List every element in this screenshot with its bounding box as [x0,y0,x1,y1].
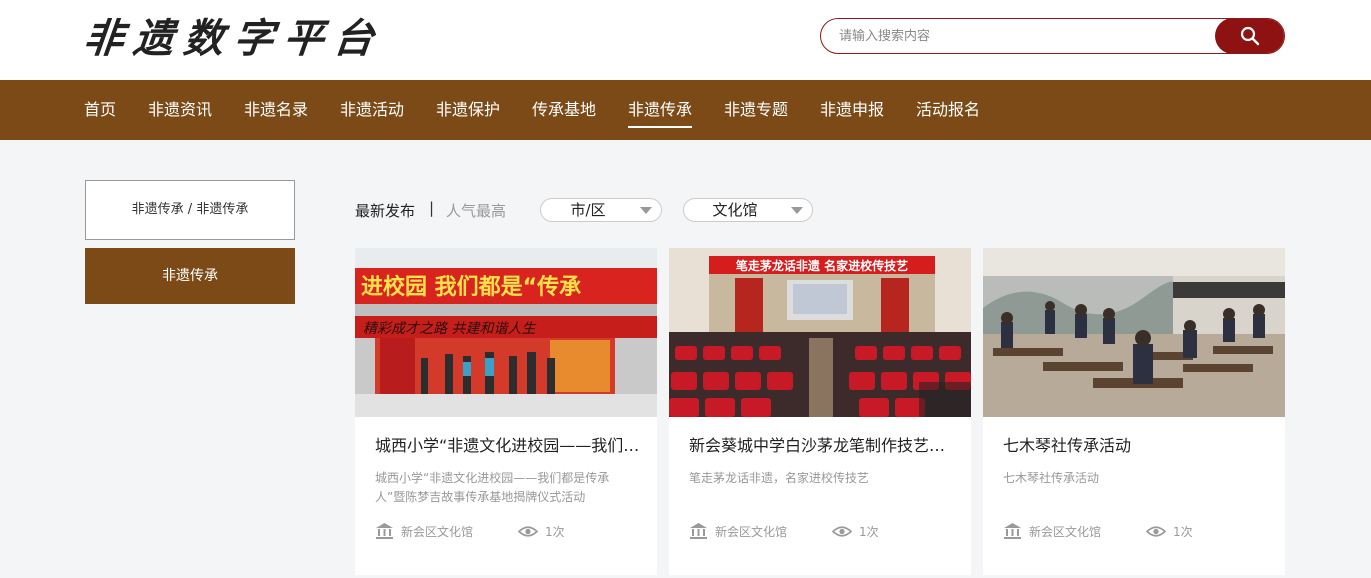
card-thumbnail[interactable]: 笔走茅龙话非遗 名家进校传技艺 [669,248,971,417]
search-button[interactable] [1215,19,1284,53]
card-views: 1次 [545,525,565,539]
card-title[interactable]: 七木琴社传承活动 [1003,432,1273,456]
banner-text: 进校园 我们都是“传承 [361,274,581,300]
search-box [820,18,1285,54]
eye-icon [1146,526,1166,537]
venue-dropdown-label: 文化馆 [712,201,758,219]
banner-text-secondary: 精彩成才之路 共建和谐人生 [363,321,536,337]
site-logo[interactable]: 非遗数字平台 [81,6,387,64]
nav-item-topics[interactable]: 非遗专题 [724,80,788,140]
card-thumbnail[interactable] [983,248,1285,417]
banner-text: 笔走茅龙话非遗 名家进校传技艺 [736,258,908,273]
chevron-down-icon [791,207,803,214]
search-icon [1240,26,1260,46]
chevron-down-icon [640,207,652,214]
article-card[interactable]: 进校园 我们都是“传承 精彩成才之路 共建和谐人生 城西小学“非遗文化进校园——… [355,248,657,575]
sidebar-item-inheritance[interactable]: 非遗传承 [85,248,295,304]
card-org: 新会区文化馆 [715,525,788,539]
nav-item-directory[interactable]: 非遗名录 [244,80,308,140]
museum-icon [1004,523,1021,539]
breadcrumb: 非遗传承 / 非遗传承 [85,180,295,240]
nav-item-protection[interactable]: 非遗保护 [436,80,500,140]
venue-dropdown[interactable]: 文化馆 [683,198,813,222]
main-nav: 首页 非遗资讯 非遗名录 非遗活动 非遗保护 传承基地 非遗传承 非遗专题 非遗… [0,80,1371,140]
site-header: 非遗数字平台 [0,0,1371,80]
nav-item-home[interactable]: 首页 [84,80,116,140]
nav-item-inheritance[interactable]: 非遗传承 [628,80,693,140]
sort-popular-tab[interactable]: 人气最高 [446,200,506,221]
museum-icon [690,523,707,539]
card-description: 七木琴社传承活动 [1003,471,1100,485]
nav-item-news[interactable]: 非遗资讯 [148,80,212,140]
district-dropdown-label: 市/区 [570,201,606,219]
sort-newest-tab[interactable]: 最新发布 [355,200,415,221]
card-title[interactable]: 新会葵城中学白沙茅龙笔制作技艺进校园 [689,432,959,456]
nav-item-activities[interactable]: 非遗活动 [340,80,404,140]
card-thumbnail[interactable]: 进校园 我们都是“传承 精彩成才之路 共建和谐人生 [355,248,657,417]
nav-item-signup[interactable]: 活动报名 [916,80,980,140]
article-card[interactable]: 七木琴社传承活动 七木琴社传承活动 新会区文化馆 1次 [983,248,1285,575]
card-description: 笔走茅龙话非遗，名家进校传技艺 [689,471,870,485]
eye-icon [832,526,852,537]
museum-icon [376,523,393,539]
card-org: 新会区文化馆 [1029,525,1102,539]
search-input[interactable] [839,19,1219,53]
card-description: 城西小学“非遗文化进校园——我们都是传承人”暨陈梦吉故事传承基地揭牌仪式活动 [375,471,610,504]
nav-item-bases[interactable]: 传承基地 [532,80,596,140]
card-title[interactable]: 城西小学“非遗文化进校园——我们都是传承人”暨陈梦吉故事传承基地揭牌仪式活动 [375,432,645,456]
card-views: 1次 [859,525,879,539]
eye-icon [518,526,538,537]
card-org: 新会区文化馆 [401,525,474,539]
district-dropdown[interactable]: 市/区 [540,198,662,222]
sort-separator: | [429,199,435,217]
card-views: 1次 [1173,525,1193,539]
nav-item-apply[interactable]: 非遗申报 [820,80,884,140]
article-card[interactable]: 笔走茅龙话非遗 名家进校传技艺 新会葵城中学白沙茅龙笔制作技艺进校园 笔走茅龙话… [669,248,971,575]
